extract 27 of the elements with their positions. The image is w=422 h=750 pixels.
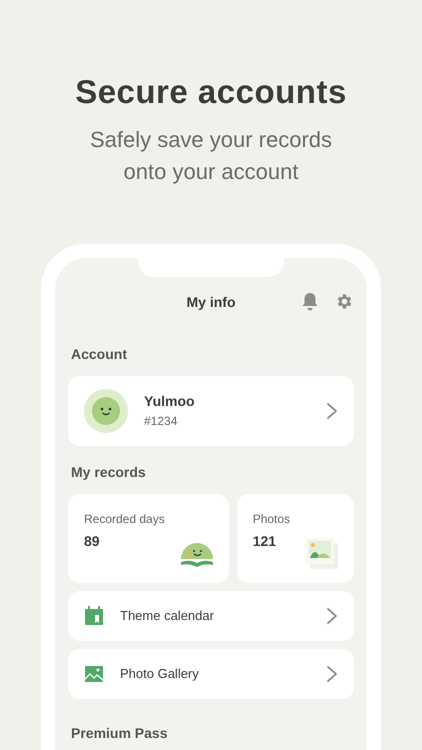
stat-label: Recorded days (84, 510, 166, 528)
stat-card[interactable]: Photos 121 (236, 494, 354, 583)
screen-title: My info (186, 292, 236, 312)
stat-card[interactable]: Recorded days 89 (68, 494, 229, 583)
chevron-icon (326, 664, 338, 683)
stat-value: 121 (252, 532, 278, 551)
chevron-icon (326, 606, 338, 625)
menu-row[interactable]: Theme calendar (68, 590, 354, 641)
menu-label: Photo Gallery (120, 664, 200, 683)
account-id: #1234 (144, 413, 178, 430)
menu-row[interactable]: Photo Gallery (68, 648, 354, 699)
headline: Secure accounts (74, 72, 348, 112)
chevron-icon (326, 402, 338, 420)
section-label: My records (71, 462, 147, 482)
bell-icon[interactable] (301, 292, 319, 311)
account-name: Yulmoo (144, 392, 196, 412)
settings-icon[interactable] (335, 292, 354, 311)
stat-value: 89 (84, 532, 101, 551)
stat-label: Photos (252, 510, 292, 528)
section-label: Premium Pass (71, 724, 168, 743)
image-icon (84, 664, 104, 684)
calendar-icon (84, 606, 104, 626)
subtitle: Safely save your records onto your account (88, 126, 334, 186)
account-card[interactable]: Yulmoo #1234 (68, 376, 354, 446)
menu-label: Theme calendar (120, 606, 215, 625)
avatar-icon (84, 388, 128, 433)
section-label: Account (71, 344, 128, 364)
